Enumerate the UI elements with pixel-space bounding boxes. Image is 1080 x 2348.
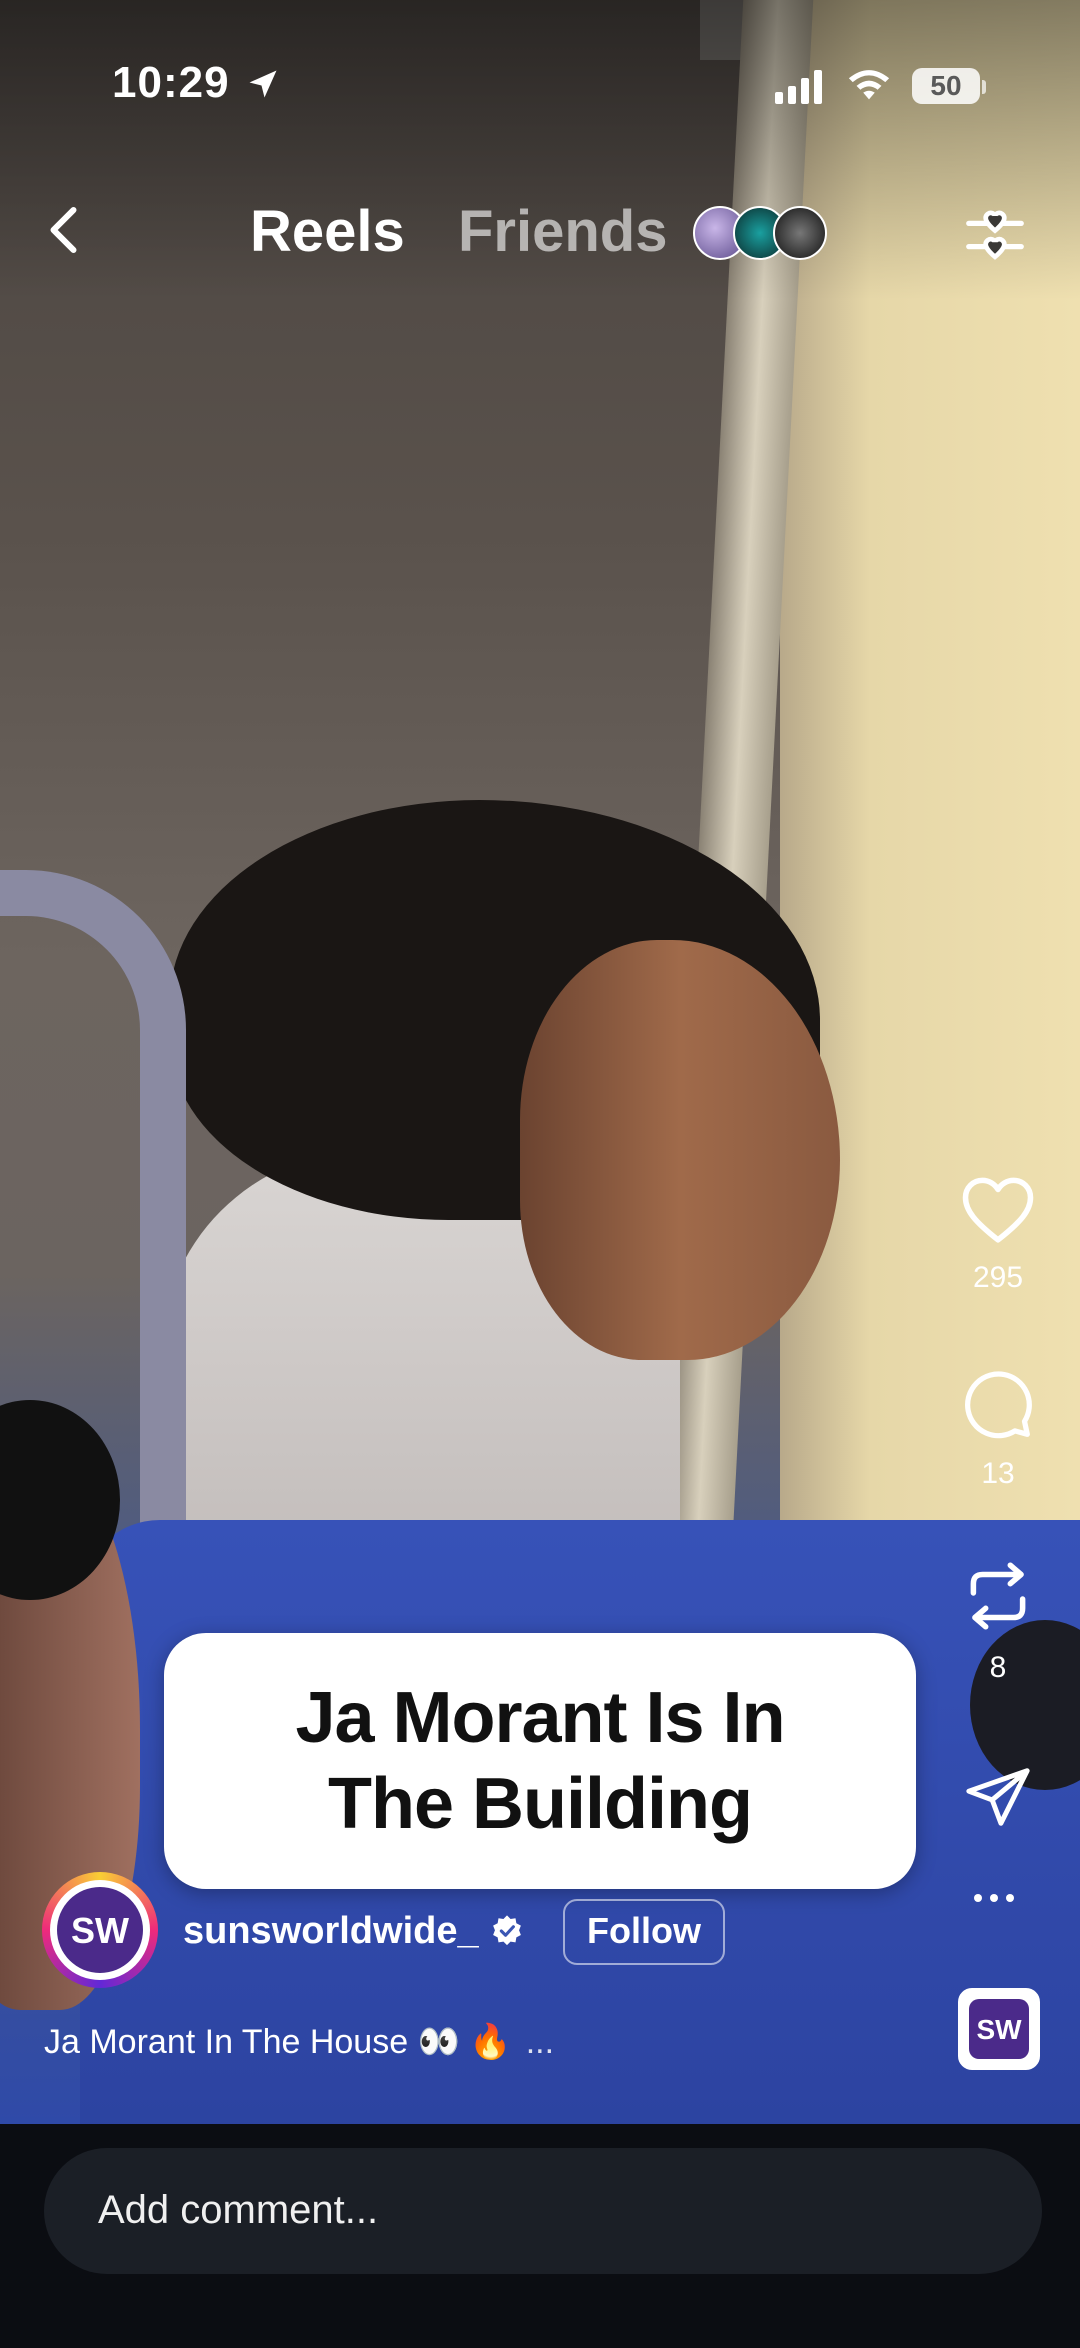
- video-text-overlay: Ja Morant Is In The Building: [164, 1633, 916, 1889]
- sw-logo-icon: SW: [969, 1999, 1029, 2059]
- like-action[interactable]: 295: [950, 1172, 1046, 1295]
- overlay-line-2: The Building: [328, 1764, 753, 1844]
- tab-reels[interactable]: Reels: [250, 198, 405, 265]
- status-time: 10:29: [112, 58, 230, 107]
- location-arrow-icon: [249, 70, 277, 98]
- audio-thumbnail[interactable]: SW: [958, 1988, 1040, 2070]
- sw-logo-icon: SW: [71, 1910, 129, 1951]
- more-options-icon[interactable]: [974, 1894, 1014, 1902]
- like-count: 295: [972, 1261, 1024, 1294]
- heart-icon[interactable]: [959, 1172, 1037, 1246]
- author-avatar[interactable]: SW: [42, 1872, 158, 1988]
- comment-count: 13: [981, 1457, 1015, 1490]
- comment-bubble-icon[interactable]: [961, 1368, 1035, 1442]
- repost-count: 8: [989, 1651, 1007, 1684]
- wifi-icon: [848, 70, 890, 100]
- comment-placeholder: Add comment...: [98, 2188, 379, 2232]
- friend-avatars[interactable]: [693, 206, 833, 260]
- battery-tip: [982, 80, 986, 94]
- author-logo-text: SW: [71, 1910, 129, 1951]
- verified-badge-icon: [493, 1915, 521, 1946]
- friend-avatar: [773, 206, 827, 260]
- caption-more[interactable]: ...: [526, 2023, 554, 2061]
- caption-text: Ja Morant In The House 👀 🔥: [44, 2023, 512, 2061]
- chevron-left-icon[interactable]: [36, 200, 96, 260]
- share-action[interactable]: [950, 1762, 1046, 1837]
- repost-icon[interactable]: [961, 1556, 1035, 1636]
- status-bar: 10:29 50: [0, 0, 1080, 180]
- overlay-line-1: Ja Morant Is In: [295, 1678, 785, 1758]
- follow-button[interactable]: Follow: [563, 1899, 725, 1965]
- battery-indicator: 50: [912, 68, 980, 104]
- audio-logo-text: SW: [976, 2014, 1022, 2045]
- author-username[interactable]: sunsworldwide_: [183, 1910, 479, 1953]
- caption[interactable]: Ja Morant In The House 👀 🔥...: [44, 2022, 554, 2062]
- sliders-heart-icon[interactable]: [960, 200, 1030, 270]
- author-avatar-ring: SW: [50, 1880, 150, 1980]
- author-logo: SW: [57, 1887, 143, 1973]
- comment-input[interactable]: Add comment...: [44, 2148, 1042, 2274]
- tab-friends[interactable]: Friends: [458, 198, 668, 265]
- cellular-signal-icon: [775, 68, 822, 104]
- repost-action[interactable]: 8: [950, 1556, 1046, 1685]
- send-icon[interactable]: [963, 1762, 1033, 1832]
- comment-action[interactable]: 13: [950, 1368, 1046, 1491]
